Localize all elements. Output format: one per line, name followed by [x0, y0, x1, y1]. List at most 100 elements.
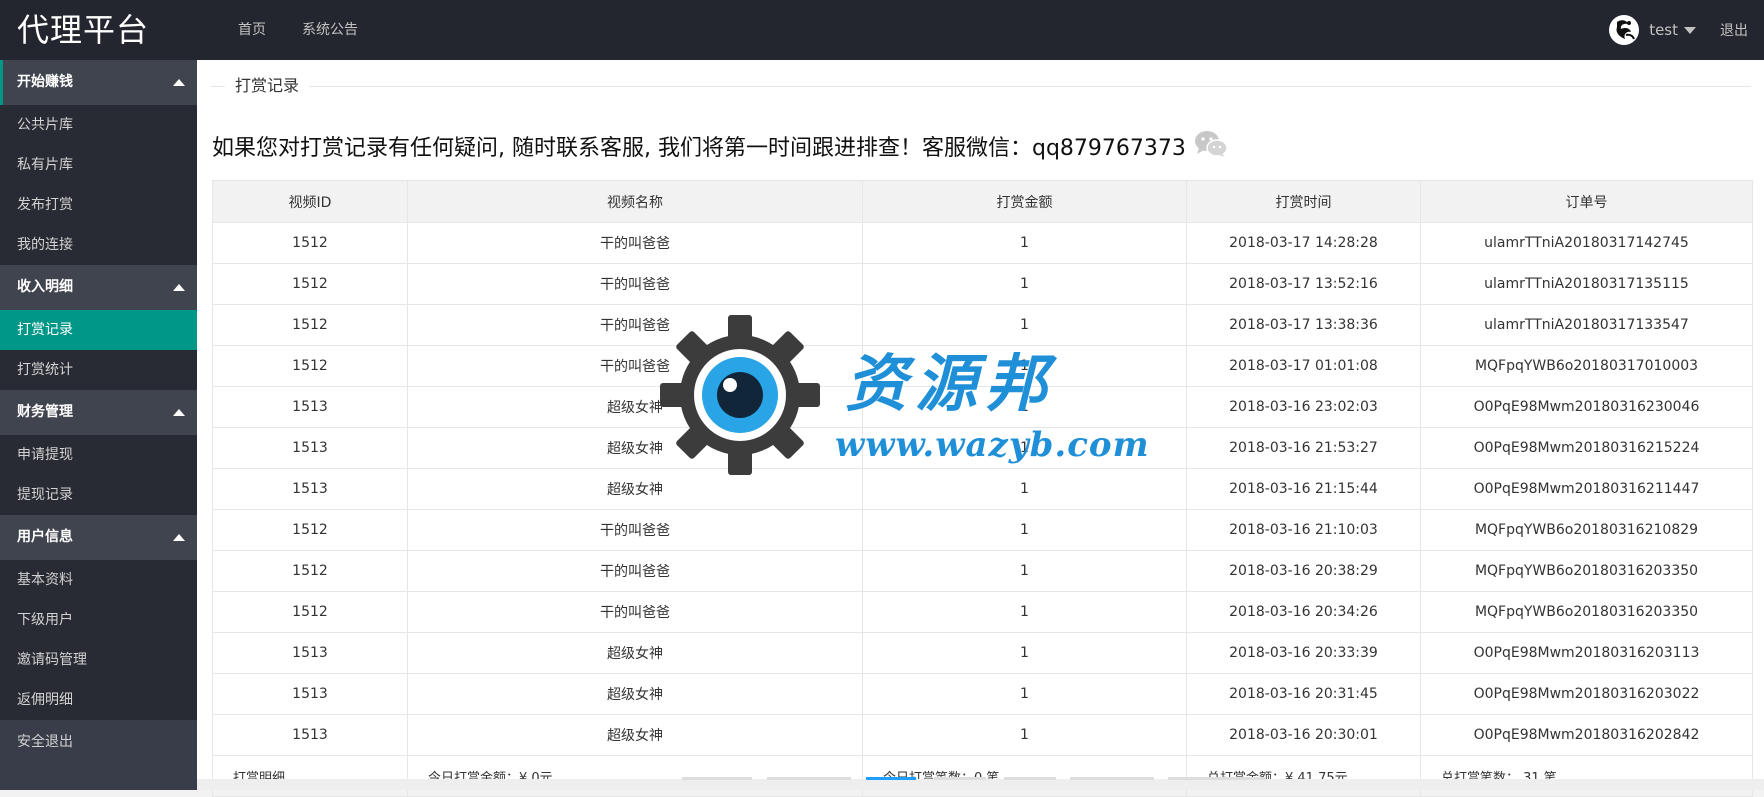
col-order-no: 订单号 [1420, 180, 1753, 223]
sidebar-item-invite-codes[interactable]: 邀请码管理 [0, 640, 197, 680]
sidebar-group-income[interactable]: 收入明细 [0, 265, 197, 310]
col-time: 打赏时间 [1186, 180, 1421, 223]
cell-amount: 1 [862, 263, 1187, 305]
today-amount: 今日打赏金额：¥ 0元 [407, 755, 863, 797]
cell-time: 2018-03-16 20:33:39 [1186, 632, 1421, 674]
cell-order-no: O0PqE98Mwm20180316202842 [1420, 714, 1753, 756]
cell-time: 2018-03-17 14:28:28 [1186, 222, 1421, 264]
cell-order-no: ulamrTTniA20180317142745 [1420, 222, 1753, 264]
cell-order-no: MQFpqYWB6o20180316203350 [1420, 550, 1753, 592]
cell-video-name: 干的叫爸爸 [407, 509, 863, 551]
cell-amount: 1 [862, 222, 1187, 264]
cell-time: 2018-03-17 13:38:36 [1186, 304, 1421, 346]
sidebar-item-reward-records[interactable]: 打赏记录 [0, 310, 197, 350]
table-row: 1513 超级女神 1 2018-03-16 20:31:45 O0PqE98Mwm20… [212, 673, 1753, 715]
sidebar-group-label: 开始赚钱 [17, 74, 73, 90]
table-row: 1512 干的叫爸爸 1 2018-03-16 21:10:03 MQFpqYWB6o2… [212, 509, 1753, 551]
top-header: 代理平台 首页 系统公告 test 退出 [0, 0, 1764, 60]
nav-announcements[interactable]: 系统公告 [284, 0, 376, 60]
cell-time: 2018-03-16 20:34:26 [1186, 591, 1421, 633]
sidebar-group-start-earning[interactable]: 开始赚钱 [0, 60, 197, 105]
pager-button[interactable] [1070, 777, 1154, 780]
cell-order-no: O0PqE98Mwm20180316215224 [1420, 427, 1753, 469]
sidebar-logout[interactable]: 安全退出 [0, 720, 197, 765]
cell-time: 2018-03-16 21:15:44 [1186, 468, 1421, 510]
cell-order-no: ulamrTTniA20180317133547 [1420, 304, 1753, 346]
cell-time: 2018-03-17 13:52:16 [1186, 263, 1421, 305]
wechat-icon [1194, 130, 1228, 167]
sidebar-group-user-info[interactable]: 用户信息 [0, 515, 197, 560]
sidebar-item-my-links[interactable]: 我的连接 [0, 225, 197, 265]
cell-video-id: 1513 [212, 714, 408, 756]
pager-button[interactable] [767, 777, 851, 780]
sidebar-item-private-library[interactable]: 私有片库 [0, 145, 197, 185]
cell-video-name: 超级女神 [407, 468, 863, 510]
sidebar-item-commission[interactable]: 返佣明细 [0, 680, 197, 720]
cell-time: 2018-03-16 21:10:03 [1186, 509, 1421, 551]
cell-video-id: 1513 [212, 632, 408, 674]
cell-order-no: MQFpqYWB6o20180317010003 [1420, 345, 1753, 387]
sidebar-group-finance[interactable]: 财务管理 [0, 390, 197, 435]
table-row: 1512 干的叫爸爸 1 2018-03-16 20:38:29 MQFpqYWB6o2… [212, 550, 1753, 592]
pager-button[interactable] [1168, 777, 1266, 780]
cell-video-id: 1512 [212, 304, 408, 346]
col-video-id: 视频ID [212, 180, 408, 223]
logout-link[interactable]: 退出 [1720, 20, 1748, 40]
notice-text: 如果您对打赏记录有任何疑问, 随时联系客服, 我们将第一时间跟进排查！客服微信：… [212, 135, 1186, 161]
nav-home[interactable]: 首页 [220, 0, 284, 60]
chevron-up-icon [173, 284, 185, 291]
cell-amount: 1 [862, 550, 1187, 592]
summary-label: 打赏明细 [212, 755, 408, 797]
pager-button[interactable] [934, 777, 986, 780]
table-row: 1513 超级女神 1 2018-03-16 20:33:39 O0PqE98Mwm20… [212, 632, 1753, 674]
sidebar-item-withdraw-records[interactable]: 提现记录 [0, 475, 197, 515]
pager-button[interactable] [682, 777, 752, 780]
sidebar-item-sub-users[interactable]: 下级用户 [0, 600, 197, 640]
sidebar-item-withdraw-apply[interactable]: 申请提现 [0, 435, 197, 475]
sidebar-item-public-library[interactable]: 公共片库 [0, 105, 197, 145]
cell-order-no: MQFpqYWB6o20180316203350 [1420, 591, 1753, 633]
table-header-row: 视频ID 视频名称 打赏金额 打赏时间 订单号 [212, 180, 1753, 223]
sidebar-item-publish-reward[interactable]: 发布打赏 [0, 185, 197, 225]
pager-button-active[interactable] [866, 777, 916, 780]
table-row: 1512 干的叫爸爸 1 2018-03-16 20:34:26 MQFpqYWB6o2… [212, 591, 1753, 633]
table-row: 1513 超级女神 1 2018-03-16 20:30:01 O0PqE98Mwm20… [212, 714, 1753, 756]
cell-video-id: 1513 [212, 427, 408, 469]
cell-video-name: 干的叫爸爸 [407, 304, 863, 346]
cell-amount: 1 [862, 386, 1187, 428]
cell-video-name: 超级女神 [407, 427, 863, 469]
table-row: 1512 干的叫爸爸 1 2018-03-17 14:28:28 ulamrTTniA2… [212, 222, 1753, 264]
today-count: 今日打赏笔数：0 笔 [862, 755, 1187, 797]
cell-time: 2018-03-17 01:01:08 [1186, 345, 1421, 387]
main-content: 打赏记录 如果您对打赏记录有任何疑问, 随时联系客服, 我们将第一时间跟进排查！… [197, 60, 1764, 797]
cell-video-name: 干的叫爸爸 [407, 222, 863, 264]
cell-amount: 1 [862, 591, 1187, 633]
legend-divider [211, 86, 1751, 87]
cell-video-id: 1513 [212, 673, 408, 715]
table-row: 1513 超级女神 1 2018-03-16 23:02:03 O0PqE98Mwm20… [212, 386, 1753, 428]
chevron-up-icon [173, 534, 185, 541]
cell-time: 2018-03-16 23:02:03 [1186, 386, 1421, 428]
sidebar-group-label: 收入明细 [17, 279, 73, 295]
cell-video-id: 1512 [212, 345, 408, 387]
cell-order-no: ulamrTTniA20180317135115 [1420, 263, 1753, 305]
cell-order-no: O0PqE98Mwm20180316211447 [1420, 468, 1753, 510]
table-row: 1513 超级女神 1 2018-03-16 21:53:27 O0PqE98Mwm20… [212, 427, 1753, 469]
sidebar-group-label: 用户信息 [17, 529, 73, 545]
chevron-down-icon[interactable] [1684, 26, 1696, 34]
username[interactable]: test [1649, 21, 1678, 39]
cell-video-name: 干的叫爸爸 [407, 550, 863, 592]
cell-amount: 1 [862, 304, 1187, 346]
sidebar-item-reward-stats[interactable]: 打赏统计 [0, 350, 197, 390]
cell-amount: 1 [862, 468, 1187, 510]
app-logo[interactable]: 代理平台 [17, 10, 149, 50]
avatar[interactable] [1609, 15, 1640, 45]
chevron-up-icon [173, 79, 185, 86]
table-row: 1513 超级女神 1 2018-03-16 21:15:44 O0PqE98Mwm20… [212, 468, 1753, 510]
cell-order-no: O0PqE98Mwm20180316230046 [1420, 386, 1753, 428]
pager-button[interactable] [1004, 777, 1056, 780]
cell-amount: 1 [862, 632, 1187, 674]
support-notice: 如果您对打赏记录有任何疑问, 随时联系客服, 我们将第一时间跟进排查！客服微信：… [212, 130, 1228, 167]
cell-amount: 1 [862, 345, 1187, 387]
sidebar-item-basic-profile[interactable]: 基本资料 [0, 560, 197, 600]
